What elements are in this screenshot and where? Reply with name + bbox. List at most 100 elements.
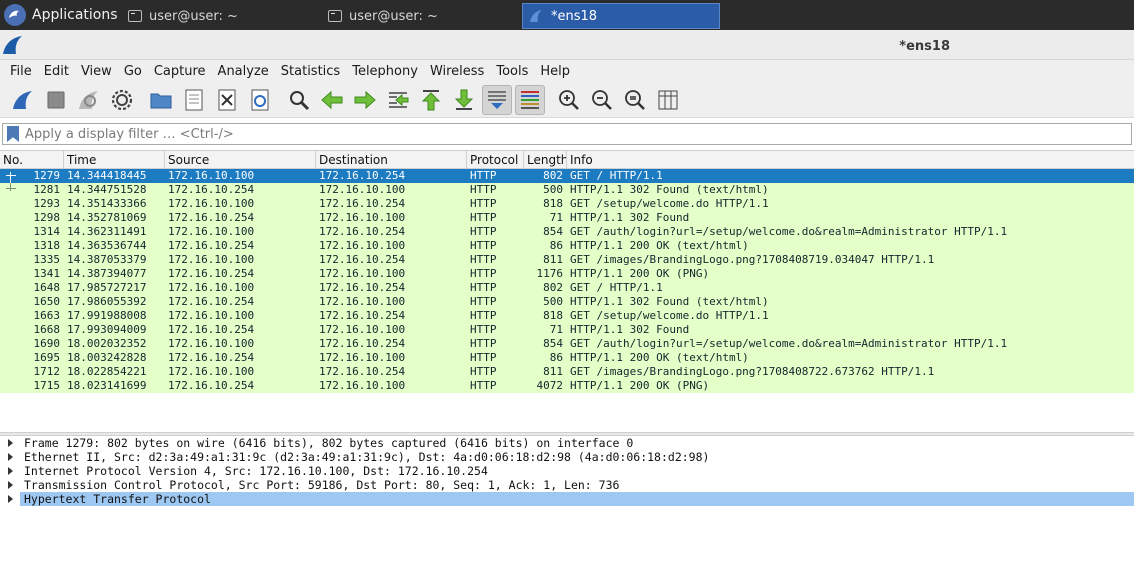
applications-menu[interactable]: Applications [0,0,122,30]
stop-capture-button[interactable] [41,85,71,115]
terminal-icon [128,10,142,22]
column-length[interactable]: Length [524,151,567,168]
detail-http[interactable]: Hypertext Transfer Protocol [0,492,1134,506]
zoom-out-button[interactable] [587,85,617,115]
resize-columns-button[interactable] [653,85,683,115]
task-wireshark[interactable]: *ens18 [522,3,720,29]
menu-view[interactable]: View [75,64,118,79]
cell-source: 172.16.10.254 [168,295,255,308]
go-forward-button[interactable] [350,85,380,115]
find-packet-button[interactable] [284,85,314,115]
cell-length: 854 [543,225,563,238]
cell-protocol: HTTP [470,239,497,252]
menu-edit[interactable]: Edit [38,64,75,79]
column-no[interactable]: No. [0,151,64,168]
zoom-reset-icon [625,89,645,110]
window-titlebar[interactable]: *ens18 [0,30,1134,60]
close-file-button[interactable] [212,85,242,115]
table-row[interactable]: 1314 14.362311491 172.16.10.100 172.16.10.2… [0,225,1134,239]
cell-length: 4072 [536,379,564,392]
expand-arrow-icon[interactable] [8,467,13,475]
cell-protocol: HTTP [470,365,497,378]
autoscroll-button[interactable] [482,84,512,115]
table-row[interactable]: 1715 18.023141699 172.16.10.254 172.16.10.1… [0,379,1134,393]
table-row[interactable]: 1298 14.352781069 172.16.10.254 172.16.10.1… [0,211,1134,225]
detail-ethernet[interactable]: Ethernet II, Src: d2:3a:49:a1:31:9c (d2:… [0,450,1134,464]
save-file-button[interactable] [179,85,209,115]
table-row[interactable]: 1690 18.002032352 172.16.10.100 172.16.10.2… [0,337,1134,351]
menu-help[interactable]: Help [534,64,576,79]
menu-telephony[interactable]: Telephony [346,64,424,79]
cell-time: 14.352781069 [67,211,147,224]
table-row[interactable]: 1668 17.993094009 172.16.10.254 172.16.10.1… [0,323,1134,337]
table-row[interactable]: 1663 17.991988008 172.16.10.100 172.16.10.2… [0,309,1134,323]
cell-protocol: HTTP [470,323,497,336]
normal-size-button[interactable] [620,85,650,115]
wireshark-fin-icon [530,10,542,22]
table-row[interactable]: 1712 18.022854221 172.16.10.100 172.16.10.2… [0,365,1134,379]
column-time[interactable]: Time [64,151,165,168]
table-row[interactable]: 1335 14.387053379 172.16.10.100 172.16.10.2… [0,253,1134,267]
column-protocol[interactable]: Protocol [467,151,524,168]
go-back-button[interactable] [317,85,347,115]
detail-frame[interactable]: Frame 1279: 802 bytes on wire (6416 bits… [0,436,1134,450]
column-destination[interactable]: Destination [316,151,467,168]
last-packet-button[interactable] [449,85,479,115]
detail-ipv4[interactable]: Internet Protocol Version 4, Src: 172.16… [0,464,1134,478]
table-row[interactable]: 1341 14.387394077 172.16.10.254 172.16.10.1… [0,267,1134,281]
first-packet-button[interactable] [416,85,446,115]
cell-length: 802 [543,281,563,294]
task-terminal-2[interactable]: user@user: ~ [322,3,522,29]
menu-statistics[interactable]: Statistics [275,64,346,79]
cell-source: 172.16.10.254 [168,183,255,196]
cell-source: 172.16.10.100 [168,253,255,266]
cell-time: 17.985727217 [67,281,147,294]
expand-arrow-icon[interactable] [8,481,13,489]
cell-source: 172.16.10.254 [168,323,255,336]
zoom-in-button[interactable] [554,85,584,115]
expand-arrow-icon[interactable] [8,495,13,503]
menu-go[interactable]: Go [118,64,148,79]
column-info[interactable]: Info [567,151,1134,168]
capture-options-button[interactable] [107,85,137,115]
table-row[interactable]: 1650 17.986055392 172.16.10.254 172.16.10.1… [0,295,1134,309]
open-file-button[interactable] [146,85,176,115]
table-row[interactable]: 1279 14.344418445 172.16.10.100 172.16.10.2… [0,169,1134,183]
cell-no: 1690 [33,337,61,350]
packet-list[interactable]: No. Time Source Destination Protocol Len… [0,150,1134,432]
detail-tcp[interactable]: Transmission Control Protocol, Src Port:… [0,478,1134,492]
expand-arrow-icon[interactable] [8,453,13,461]
display-filter-input[interactable] [25,126,1131,142]
restart-capture-button[interactable] [74,85,104,115]
table-row[interactable]: 1293 14.351433366 172.16.10.100 172.16.10.2… [0,197,1134,211]
go-to-packet-button[interactable] [383,85,413,115]
table-row[interactable]: 1281 14.344751528 172.16.10.254 172.16.10.1… [0,183,1134,197]
cell-destination: 172.16.10.254 [319,197,406,210]
cell-source: 172.16.10.100 [168,197,255,210]
reload-file-button[interactable] [245,85,275,115]
task-terminal-1[interactable]: user@user: ~ [122,3,322,29]
colorize-button[interactable] [515,84,545,115]
search-icon [290,90,310,110]
cell-info: GET / HTTP/1.1 [570,281,663,294]
cell-no: 1335 [33,253,61,266]
menu-file[interactable]: File [4,64,38,79]
window-title: *ens18 [899,39,950,54]
column-source[interactable]: Source [165,151,316,168]
menu-wireless[interactable]: Wireless [424,64,490,79]
file-icon [185,89,203,110]
cell-protocol: HTTP [470,267,497,280]
cell-no: 1668 [33,323,61,336]
table-row[interactable]: 1695 18.003242828 172.16.10.254 172.16.10.1… [0,351,1134,365]
menu-analyze[interactable]: Analyze [212,64,275,79]
table-row[interactable]: 1648 17.985727217 172.16.10.100 172.16.10.2… [0,281,1134,295]
cell-time: 14.387394077 [67,267,147,280]
expand-arrow-icon[interactable] [8,439,13,447]
menu-capture[interactable]: Capture [148,64,212,79]
bookmark-icon[interactable] [7,126,19,142]
start-capture-button[interactable] [8,85,38,115]
autoscroll-icon [488,90,506,109]
menu-tools[interactable]: Tools [490,64,534,79]
table-row[interactable]: 1318 14.363536744 172.16.10.254 172.16.10.1… [0,239,1134,253]
cell-protocol: HTTP [470,253,497,266]
